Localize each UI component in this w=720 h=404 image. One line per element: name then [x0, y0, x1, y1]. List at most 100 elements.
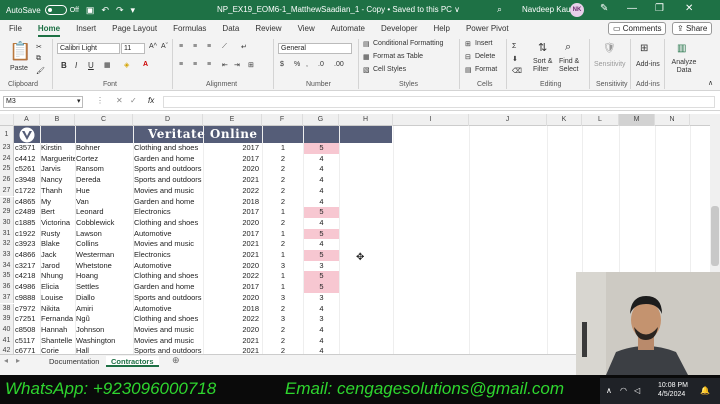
delete-button[interactable]: Delete [475, 53, 495, 60]
decrease-decimal-icon[interactable]: .00 [334, 61, 344, 68]
cell-b[interactable]: Jack [41, 250, 75, 261]
cell-d[interactable]: Sports and outdoors [134, 346, 203, 354]
name-box[interactable]: M3 [3, 96, 83, 108]
cut-icon[interactable]: ✂ [36, 43, 42, 51]
sheet-tab-documentation[interactable]: Documentation [44, 356, 104, 367]
column-header-h[interactable]: H [339, 114, 393, 126]
addins-icon[interactable]: ⊞ [640, 43, 648, 54]
cell-b[interactable]: Shantelle [41, 336, 75, 347]
font-name-box[interactable]: Calibri Light [57, 43, 120, 54]
more-icon[interactable]: ⋮ [96, 96, 104, 105]
cell-b[interactable]: Blake [41, 239, 75, 250]
cell-e[interactable]: 2017 [204, 207, 260, 218]
cell-f[interactable]: 1 [263, 207, 303, 218]
row-header[interactable]: 38 [0, 303, 14, 315]
avatar[interactable]: NK [570, 3, 584, 17]
cell-d[interactable]: Automotive [134, 261, 203, 272]
share-button[interactable]: ⇪ Share [672, 22, 713, 35]
sort-filter-icon[interactable]: ⇅ [538, 41, 547, 54]
cell-e[interactable]: 2017 [204, 282, 260, 293]
row-header[interactable]: 41 [0, 335, 14, 347]
increase-decimal-icon[interactable]: .0 [318, 61, 324, 68]
cell-b[interactable]: Hannah [41, 325, 75, 336]
cell-e[interactable]: 2018 [204, 304, 260, 315]
row-header[interactable]: 26 [0, 175, 14, 186]
sort-filter-button[interactable]: Sort & Filter [533, 58, 559, 74]
restore-icon[interactable]: ❐ [655, 3, 664, 14]
cell-e[interactable]: 2017 [204, 229, 260, 240]
orientation-icon[interactable]: ⟋ [222, 43, 227, 51]
next-sheet-icon[interactable]: ▸ [16, 356, 20, 365]
cell-f[interactable]: 2 [263, 154, 303, 165]
cell-e[interactable]: 2020 [204, 261, 260, 272]
cell-a[interactable]: c5261 [15, 164, 40, 175]
shrink-font-icon[interactable]: Aˇ [161, 43, 168, 50]
cell-g[interactable]: 4 [304, 336, 339, 347]
cell-e[interactable]: 2021 [204, 239, 260, 250]
align-right-icon[interactable]: ≡ [207, 61, 211, 68]
cell-f[interactable]: 2 [263, 175, 303, 186]
prev-sheet-icon[interactable]: ◂ [4, 356, 8, 365]
cell-c[interactable]: Diallo [76, 293, 133, 304]
underline-button[interactable]: U [88, 61, 94, 70]
pen-icon[interactable]: ✎ [600, 3, 608, 14]
clock-date[interactable]: 4/5/2024 [658, 391, 685, 398]
cell-c[interactable]: Hoang [76, 271, 133, 282]
cell-c[interactable]: Ransom [76, 164, 133, 175]
undo-icon[interactable]: ↶ [101, 5, 109, 16]
copy-icon[interactable]: ⧉ [36, 55, 41, 63]
cell-e[interactable]: 2021 [204, 175, 260, 186]
insert-function-button[interactable]: fx [148, 96, 154, 105]
cell-d[interactable]: Clothing and shoes [134, 218, 203, 229]
row-header[interactable]: 42 [0, 346, 14, 354]
cell-e[interactable]: 2020 [204, 293, 260, 304]
tab-home[interactable]: Home [37, 24, 61, 37]
cell-a[interactable]: c4866 [15, 250, 40, 261]
row-header[interactable]: 40 [0, 324, 14, 336]
column-header-k[interactable]: K [547, 114, 582, 126]
cell-b[interactable]: Thanh [41, 186, 75, 197]
cell-e[interactable]: 2017 [204, 154, 260, 165]
column-header-e[interactable]: E [203, 114, 262, 126]
column-header-i[interactable]: I [393, 114, 469, 126]
font-color-icon[interactable]: A [143, 61, 148, 68]
cell-f[interactable]: 3 [263, 261, 303, 272]
merge-center-icon[interactable]: ⊞ [248, 61, 254, 69]
clock-time[interactable]: 10:08 PM [658, 382, 688, 389]
cell-d[interactable]: Automotive [134, 304, 203, 315]
cell-a[interactable]: c3571 [15, 143, 40, 154]
cell-f[interactable]: 1 [263, 282, 303, 293]
cell-styles-button[interactable]: Cell Styles [373, 66, 406, 73]
cancel-icon[interactable]: ✕ [116, 96, 123, 105]
user-name[interactable]: Navdeep Kaur [522, 5, 573, 14]
cell-a[interactable]: c5117 [15, 336, 40, 347]
minimize-icon[interactable]: — [627, 3, 637, 14]
align-left-icon[interactable]: ≡ [179, 61, 183, 68]
sheet-tab-contractors[interactable]: Contractors [106, 356, 159, 367]
row-header[interactable]: 37 [0, 292, 14, 304]
cell-c[interactable]: Settles [76, 282, 133, 293]
fill-color-icon[interactable]: ◈ [124, 61, 129, 69]
cell-d[interactable]: Clothing and shoes [134, 271, 203, 282]
cell-d[interactable]: Movies and music [134, 325, 203, 336]
column-header-n[interactable]: N [655, 114, 690, 126]
cell-g[interactable]: 5 [304, 250, 339, 261]
cell-a[interactable]: c3948 [15, 175, 40, 186]
cell-a[interactable]: c1885 [15, 218, 40, 229]
find-icon[interactable]: ⌕ [565, 41, 571, 54]
cell-e[interactable]: 2021 [204, 336, 260, 347]
cell-d[interactable]: Sports and outdoors [134, 164, 203, 175]
cell-b[interactable]: Fernanda [41, 314, 75, 325]
cell-g[interactable]: 3 [304, 293, 339, 304]
add-sheet-icon[interactable]: ⊕ [172, 355, 180, 366]
cell-g[interactable]: 4 [304, 186, 339, 197]
cell-d[interactable]: Clothing and shoes [134, 143, 203, 154]
cell-b[interactable]: Elicia [41, 282, 75, 293]
close-icon[interactable]: ✕ [685, 3, 693, 14]
number-format-box[interactable]: General [278, 43, 352, 54]
addins-button[interactable]: Add-ins [636, 61, 660, 68]
tab-insert[interactable]: Insert [76, 24, 96, 33]
cell-e[interactable]: 2020 [204, 164, 260, 175]
cell-a[interactable]: c2489 [15, 207, 40, 218]
row-header[interactable]: 24 [0, 153, 14, 165]
